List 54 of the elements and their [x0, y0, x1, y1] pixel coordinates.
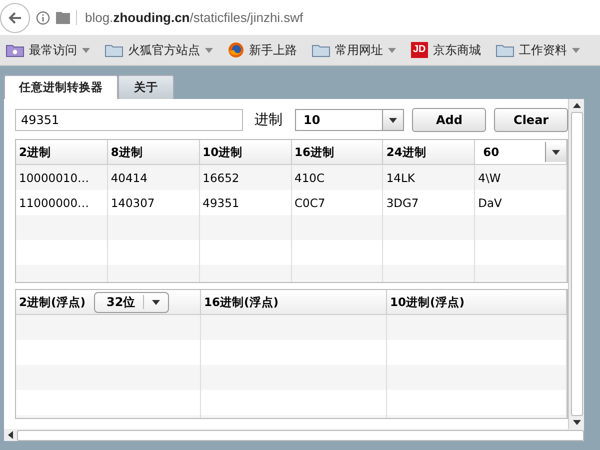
base-select[interactable]: 60	[475, 140, 567, 165]
column-header: 16进制	[292, 140, 384, 165]
table-cell: 410C	[292, 165, 384, 190]
number-input-field[interactable]: 49351	[15, 109, 243, 131]
back-arrow-icon	[7, 10, 23, 26]
column-header: 10进制(浮点)	[390, 294, 465, 310]
address-field[interactable]: blog.zhouding.cn/staticfiles/jinzhi.swf	[76, 10, 304, 25]
caret-icon	[552, 150, 560, 154]
scrollbar-thumb[interactable]	[570, 112, 582, 416]
folder-icon	[312, 43, 330, 57]
table-cell: 49351	[200, 190, 292, 215]
column-header: 16进制(浮点)	[204, 294, 279, 310]
tab[interactable]: 任意进制转换器	[4, 75, 118, 99]
caret-icon	[389, 118, 398, 122]
vertical-scrollbar[interactable]	[568, 99, 584, 429]
caret-icon[interactable]	[388, 48, 396, 52]
base-label: 进制	[254, 111, 283, 129]
bookmark-item[interactable]: 京东商城	[432, 42, 481, 58]
bookmark-item[interactable]: 最常访问	[29, 42, 77, 58]
table-cell: 14LK	[383, 165, 476, 190]
table-cell: C0C7	[292, 190, 384, 215]
logo-badge: JD	[411, 42, 428, 58]
scroll-left-icon[interactable]	[8, 431, 13, 439]
table-cell: 40414	[108, 165, 200, 190]
action-button[interactable]: Clear	[494, 108, 568, 132]
bookmark-item[interactable]: 工作资料	[518, 42, 567, 58]
column-header: 24进制	[383, 140, 476, 165]
column-header: 10进制	[200, 140, 292, 165]
caret-icon[interactable]	[82, 48, 90, 52]
bits-select[interactable]: 32位	[94, 292, 170, 312]
bookmark-item[interactable]: 火狐官方站点	[128, 42, 200, 58]
column-header: 2进制(浮点)	[19, 294, 86, 310]
folder-icon	[6, 43, 24, 57]
bookmark-item[interactable]: 常用网址	[335, 42, 383, 58]
caret-icon[interactable]	[572, 48, 580, 52]
table-cell: 10000010…	[16, 165, 108, 190]
action-button[interactable]: Add	[412, 108, 486, 132]
folder-icon	[105, 43, 123, 57]
info-icon[interactable]	[36, 10, 50, 24]
scroll-up-icon[interactable]	[572, 103, 580, 108]
table-cell: 16652	[200, 165, 292, 190]
table-cell: 4\W	[475, 165, 567, 190]
base-select[interactable]: 10	[294, 109, 404, 131]
page-icon[interactable]	[56, 12, 70, 24]
scroll-down-icon[interactable]	[572, 420, 580, 425]
tab[interactable]: 关于	[118, 75, 174, 99]
back-button[interactable]	[0, 2, 30, 32]
caret-icon	[152, 300, 160, 304]
column-header: 8进制	[108, 140, 200, 165]
bookmark-item[interactable]: 新手上路	[249, 42, 297, 58]
globe-icon	[228, 42, 244, 58]
column-header: 2进制	[16, 140, 108, 165]
folder-icon	[496, 43, 514, 57]
caret-icon[interactable]	[205, 48, 213, 52]
